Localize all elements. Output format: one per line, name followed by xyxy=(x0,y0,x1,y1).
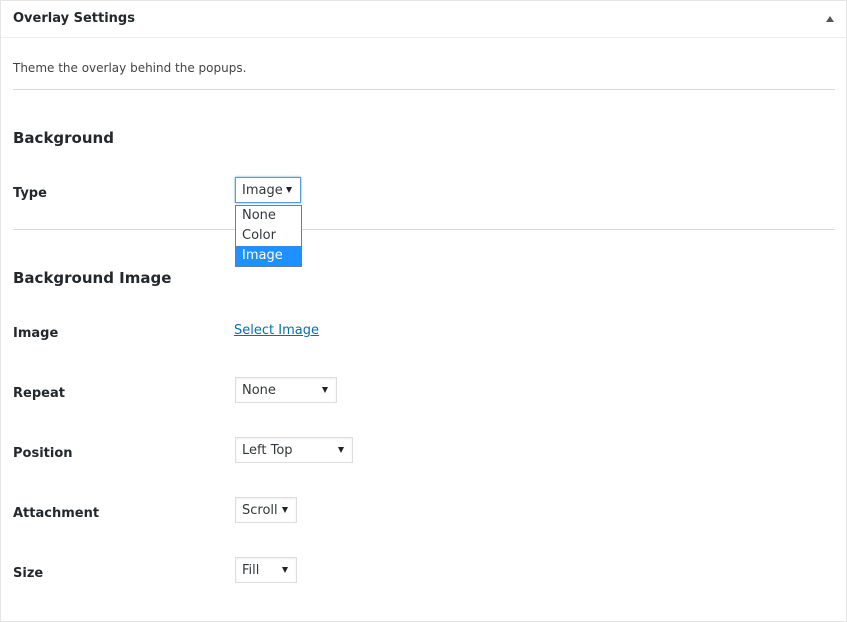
chevron-down-icon xyxy=(282,567,288,573)
type-select-value: Image xyxy=(242,183,283,198)
attachment-label: Attachment xyxy=(13,506,100,521)
position-select-value: Left Top xyxy=(242,443,293,458)
section-title-background: Background xyxy=(13,129,114,147)
chevron-down-icon xyxy=(322,387,328,393)
size-select[interactable]: Fill xyxy=(235,557,297,583)
section-title-background-image: Background Image xyxy=(13,269,172,287)
repeat-select-value: None xyxy=(242,383,276,398)
size-select-value: Fill xyxy=(242,563,260,578)
chevron-down-icon xyxy=(338,447,344,453)
size-label: Size xyxy=(13,566,44,581)
type-dropdown-list: None Color Image xyxy=(235,205,302,267)
chevron-down-icon xyxy=(286,187,292,193)
dropdown-option-none[interactable]: None xyxy=(236,206,301,226)
dropdown-option-color[interactable]: Color xyxy=(236,226,301,246)
position-label: Position xyxy=(13,446,73,461)
collapse-toggle-icon[interactable] xyxy=(826,16,834,22)
repeat-label: Repeat xyxy=(13,386,65,401)
divider xyxy=(13,229,835,230)
type-select[interactable]: Image xyxy=(235,177,301,203)
overlay-settings-panel: Overlay Settings Theme the overlay behin… xyxy=(0,0,847,622)
chevron-down-icon xyxy=(282,507,288,513)
repeat-select[interactable]: None xyxy=(235,377,337,403)
panel-title: Overlay Settings xyxy=(13,11,135,26)
panel-description: Theme the overlay behind the popups. xyxy=(13,61,247,75)
image-label: Image xyxy=(13,326,59,341)
select-image-link[interactable]: Select Image xyxy=(234,323,319,338)
position-select[interactable]: Left Top xyxy=(235,437,353,463)
type-label: Type xyxy=(13,186,47,201)
attachment-select[interactable]: Scroll xyxy=(235,497,297,523)
divider xyxy=(13,89,835,90)
dropdown-option-image[interactable]: Image xyxy=(236,246,301,266)
attachment-select-value: Scroll xyxy=(242,503,278,518)
panel-header[interactable]: Overlay Settings xyxy=(1,1,846,38)
